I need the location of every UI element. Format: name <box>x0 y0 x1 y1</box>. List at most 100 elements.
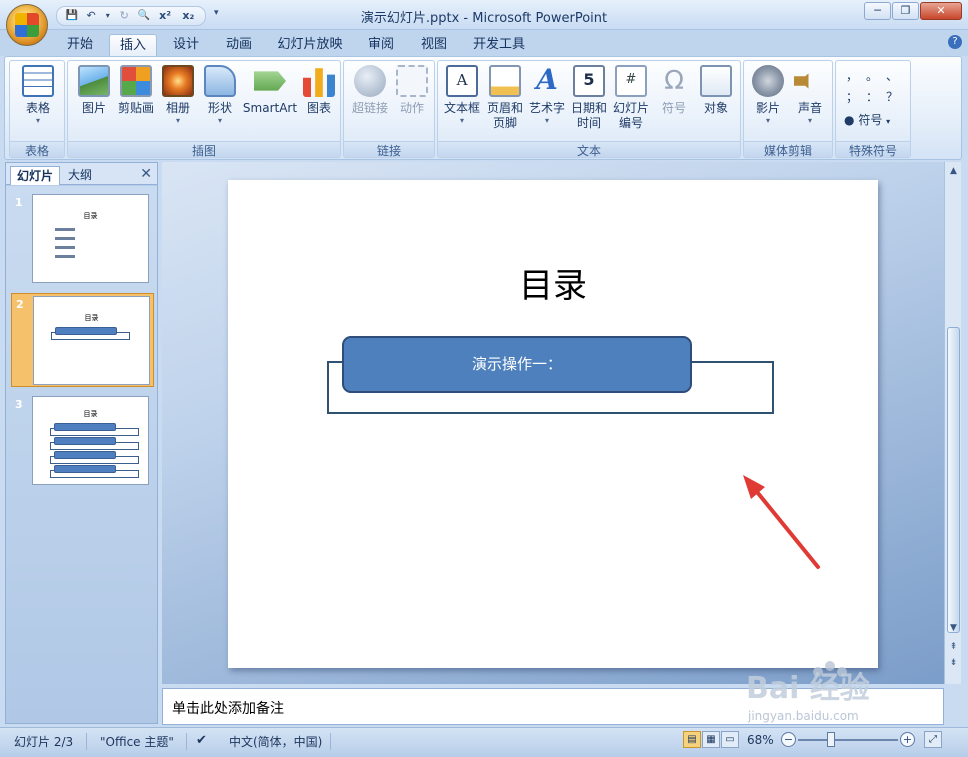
thumbnail-line <box>55 246 75 249</box>
slide-number-icon: # <box>615 65 647 97</box>
group-label-text: 文本 <box>438 141 740 158</box>
slide-canvas[interactable]: 目录 演示操作一： <box>228 180 878 668</box>
tab-review[interactable]: 审阅 <box>359 34 403 56</box>
zoom-slider-track[interactable] <box>798 739 898 741</box>
bullet-icon: ● <box>844 113 855 127</box>
special-symbol-label: 符号 <box>858 113 883 127</box>
window-controls: ─ ❐ ✕ <box>864 2 962 20</box>
object-icon <box>700 65 732 97</box>
action-label: 动作 <box>399 101 424 115</box>
group-special-symbols: ， 。 、 ； ： ？ ● 符号 ▾ 特殊符号 <box>835 60 911 158</box>
symbol-button[interactable]: Ω 符号 <box>654 63 694 116</box>
textbox-button[interactable]: A 文本框 ▾ <box>442 63 482 126</box>
group-illustrations: 图片 剪贴画 相册 ▾ 形状 ▾ SmartArt 图表 插图 <box>67 60 341 158</box>
red-arrow-annotation <box>743 475 820 569</box>
table-button[interactable]: 表格 ▾ <box>18 63 58 126</box>
char-semicolon[interactable]: ； <box>842 88 862 105</box>
char-enumeration-comma[interactable]: 、 <box>882 67 902 84</box>
zoom-out-button[interactable]: − <box>781 732 796 747</box>
thumbnail-bar <box>54 465 116 473</box>
clipart-button[interactable]: 剪贴画 <box>114 63 158 116</box>
slide-sorter-view-icon[interactable]: ▦ <box>702 731 720 748</box>
slideshow-view-icon[interactable]: ▭ <box>721 731 739 748</box>
group-table: 表格 ▾ 表格 <box>9 60 65 158</box>
datetime-button[interactable]: 5 日期和 时间 <box>568 63 610 131</box>
chevron-down-icon: ▾ <box>175 116 180 125</box>
special-symbol-button[interactable]: ● 符号 ▾ <box>844 111 890 128</box>
thumbnail-bar <box>54 423 116 431</box>
tab-animation[interactable]: 动画 <box>217 34 261 56</box>
sound-button[interactable]: 声音 ▾ <box>790 63 830 126</box>
clipart-icon <box>120 65 152 97</box>
smartart-button[interactable]: SmartArt <box>240 63 300 116</box>
thumbnail-bar <box>55 327 117 335</box>
table-icon <box>22 65 54 97</box>
tab-design[interactable]: 设计 <box>164 34 208 56</box>
tab-slideshow[interactable]: 幻灯片放映 <box>270 34 350 56</box>
slide-number-button[interactable]: # 幻灯片 编号 <box>610 63 652 131</box>
tab-insert[interactable]: 插入 <box>109 34 157 56</box>
slides-pane: 幻灯片 大纲 ✕ 1 目录 2 目录 3 目录 <box>5 162 158 724</box>
status-bar: 幻灯片 2/3 "Office 主题" ✔ 中文(简体，中国) ▤ ▦ ▭ 68… <box>0 727 968 757</box>
group-label-illustrations: 插图 <box>68 141 340 158</box>
minimize-button[interactable]: ─ <box>864 2 891 20</box>
wordart-button[interactable]: A 艺术字 ▾ <box>526 63 568 126</box>
datetime-label-2: 时间 <box>576 116 601 130</box>
char-comma[interactable]: ， <box>842 67 862 84</box>
chart-icon <box>303 68 335 97</box>
album-label: 相册 <box>165 101 190 115</box>
action-button[interactable]: 动作 <box>392 63 432 116</box>
next-slide-icon[interactable]: ⇟ <box>946 656 961 670</box>
maximize-button[interactable]: ❐ <box>892 2 919 20</box>
normal-view-icon[interactable]: ▤ <box>683 731 701 748</box>
shapes-button[interactable]: 形状 ▾ <box>200 63 240 126</box>
tab-slides[interactable]: 幻灯片 <box>10 166 61 185</box>
thumbnail-canvas: 目录 <box>32 396 149 485</box>
language-indicator[interactable]: 中文(简体，中国) <box>229 733 322 750</box>
datetime-label-1: 日期和 <box>570 101 607 115</box>
hyperlink-button[interactable]: 超链接 <box>348 63 392 116</box>
zoom-in-button[interactable]: + <box>900 732 915 747</box>
zoom-level[interactable]: 68% <box>747 733 774 747</box>
thumbnail-bar <box>54 437 116 445</box>
symbol-label: 符号 <box>661 101 686 115</box>
fit-to-window-icon[interactable]: ⤢ <box>924 731 942 748</box>
scroll-up-icon[interactable]: ▲ <box>946 164 961 178</box>
slide-thumbnail-3[interactable]: 3 目录 <box>11 394 154 488</box>
close-button[interactable]: ✕ <box>920 2 962 20</box>
baidu-jingyan-watermark: Bai 经验 jingyan.baidu.com <box>746 661 870 723</box>
help-icon[interactable]: ? <box>948 35 962 49</box>
office-button[interactable] <box>6 4 48 46</box>
header-footer-button[interactable]: 页眉和 页脚 <box>484 63 526 131</box>
slide-thumbnail-1[interactable]: 1 目录 <box>11 192 154 286</box>
vertical-scrollbar[interactable]: ▲ ▼ ⇞ ⇟ <box>944 162 961 684</box>
slide-number-label-2: 编号 <box>618 116 643 130</box>
object-button[interactable]: 对象 <box>696 63 736 116</box>
picture-button[interactable]: 图片 <box>74 63 114 116</box>
chart-button[interactable]: 图表 <box>300 63 338 116</box>
zoom-slider-thumb[interactable] <box>827 732 835 747</box>
scroll-down-icon[interactable]: ▼ <box>946 621 961 635</box>
slide-title[interactable]: 目录 <box>228 258 878 307</box>
chevron-down-icon: ▾ <box>807 116 812 125</box>
thumbnail-title: 目录 <box>83 410 98 418</box>
group-label-links: 链接 <box>344 141 434 158</box>
thumbnail-title: 目录 <box>83 212 98 220</box>
tab-view[interactable]: 视图 <box>412 34 456 56</box>
char-period[interactable]: 。 <box>862 67 882 84</box>
rounded-rectangle-shape[interactable]: 演示操作一： <box>342 336 692 393</box>
scroll-thumb[interactable] <box>947 327 960 633</box>
tab-developer[interactable]: 开发工具 <box>465 34 533 56</box>
omega-icon: Ω <box>664 66 684 96</box>
album-button[interactable]: 相册 ▾ <box>158 63 198 126</box>
slide-thumbnail-2[interactable]: 2 目录 <box>11 293 154 387</box>
tab-outline[interactable]: 大纲 <box>62 166 98 185</box>
previous-slide-icon[interactable]: ⇞ <box>946 640 961 654</box>
char-question[interactable]: ？ <box>882 88 902 105</box>
close-icon[interactable]: ✕ <box>140 166 152 182</box>
wordart-label: 艺术字 <box>528 101 565 115</box>
char-colon[interactable]: ： <box>862 88 882 105</box>
spellcheck-icon[interactable]: ✔ <box>196 733 207 748</box>
movie-button[interactable]: 影片 ▾ <box>748 63 788 126</box>
tab-home[interactable]: 开始 <box>58 34 102 56</box>
